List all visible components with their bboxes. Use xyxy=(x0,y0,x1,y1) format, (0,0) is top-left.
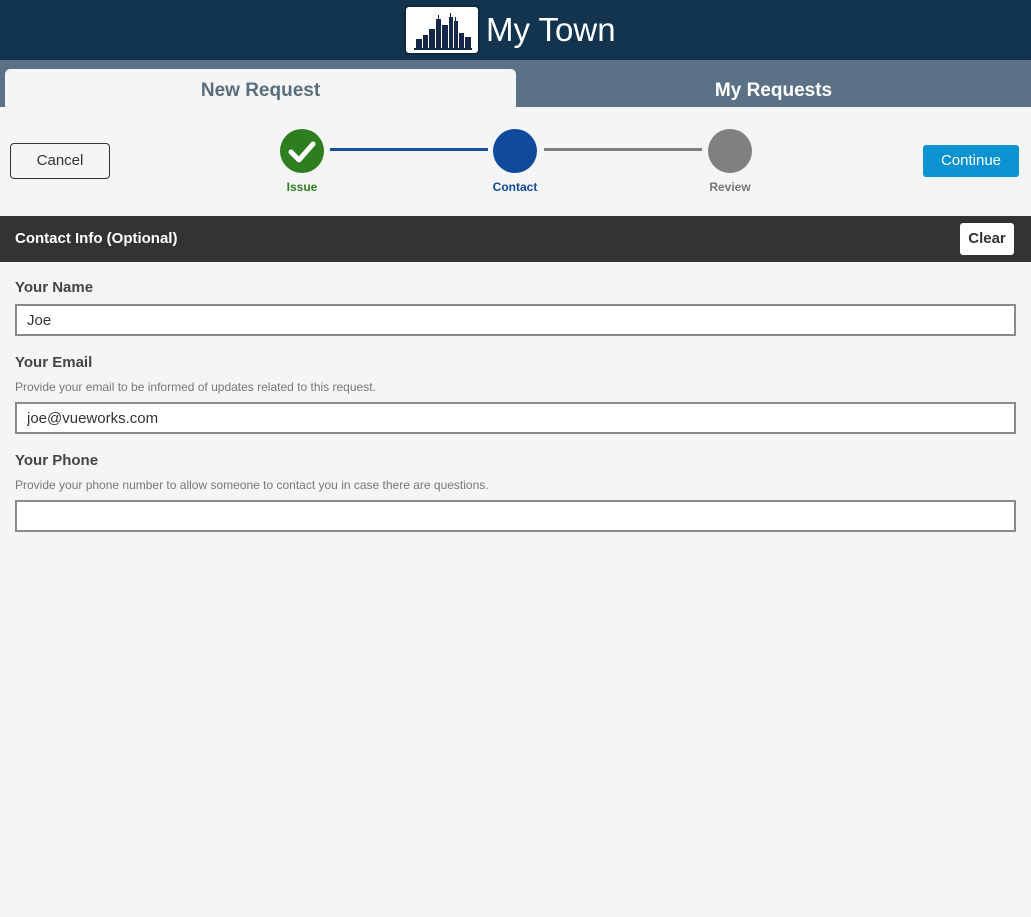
email-help-text: Provide your email to be informed of upd… xyxy=(15,380,376,394)
phone-help-text: Provide your phone number to allow someo… xyxy=(15,478,489,492)
email-field[interactable] xyxy=(15,402,1016,434)
app-title: My Town xyxy=(486,11,616,48)
step-connector-contact-review xyxy=(544,148,702,151)
step-issue-complete[interactable] xyxy=(280,129,324,173)
continue-button[interactable]: Continue xyxy=(923,145,1019,177)
cancel-button[interactable]: Cancel xyxy=(10,143,110,179)
email-label: Your Email xyxy=(15,354,93,371)
tab-new-request[interactable]: New Request xyxy=(5,69,516,107)
contact-section-header: Contact Info (Optional) Clear xyxy=(0,216,1031,262)
tab-my-requests[interactable]: My Requests xyxy=(516,69,1031,107)
step-label-issue: Issue xyxy=(286,180,318,194)
step-label-contact: Contact xyxy=(492,180,538,194)
name-label: Your Name xyxy=(15,279,94,296)
step-contact-current[interactable] xyxy=(493,129,537,173)
tab-bar: New Request My Requests xyxy=(0,60,1031,107)
name-field[interactable] xyxy=(15,304,1016,336)
step-label-review: Review xyxy=(709,180,751,194)
checkmark-icon xyxy=(288,141,316,163)
app-header: My Town xyxy=(0,0,1031,60)
clear-button[interactable]: Clear xyxy=(960,223,1014,255)
step-connector-issue-contact xyxy=(330,148,488,151)
section-title: Contact Info (Optional) xyxy=(15,230,178,247)
phone-label: Your Phone xyxy=(15,452,99,469)
step-review-pending[interactable] xyxy=(708,129,752,173)
city-skyline-icon xyxy=(404,5,480,55)
phone-field[interactable] xyxy=(15,500,1016,532)
